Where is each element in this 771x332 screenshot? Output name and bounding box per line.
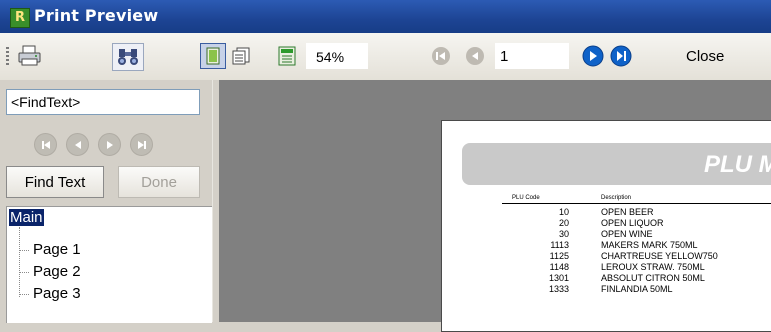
first-icon — [41, 140, 50, 149]
report-title: PLU M — [704, 151, 771, 178]
first-page-icon — [432, 47, 450, 65]
printer-icon — [18, 45, 41, 66]
tree-item-label: Page 3 — [33, 285, 81, 302]
table-row: 1148 LEROUX STRAW. 750ML — [442, 262, 771, 272]
find-panel: Find Text Done Main Page 1 Page 2 Page 3 — [0, 80, 212, 323]
tree-item-label: Page 2 — [33, 263, 81, 280]
multi-page-view-icon — [232, 47, 250, 65]
zoom-value: 54% — [316, 49, 345, 65]
title-bar: R Print Preview — [0, 0, 771, 33]
done-button[interactable]: Done — [118, 166, 200, 198]
single-page-view-button[interactable] — [200, 43, 226, 69]
last-page-icon — [610, 45, 632, 67]
table-row: 1125 CHARTREUSE YELLOW750 — [442, 251, 771, 261]
previous-icon — [74, 140, 81, 149]
multi-page-view-button[interactable] — [228, 43, 254, 69]
find-last-button[interactable] — [130, 133, 153, 156]
app-logo-icon: R — [10, 8, 30, 28]
page-setup-button[interactable] — [274, 43, 300, 69]
table-row: 1301 ABSOLUT CITRON 50ML — [442, 273, 771, 283]
plu-description: MAKERS MARK 750ML — [601, 240, 698, 250]
page-number-input[interactable] — [495, 43, 569, 69]
plu-code: 1125 — [549, 251, 569, 261]
column-header-code: PLU Code — [512, 195, 540, 201]
plu-description: OPEN WINE — [601, 229, 653, 239]
plu-description: FINLANDIA 50ML — [601, 284, 673, 294]
tree-item-page-2[interactable]: Page 2 — [19, 263, 81, 280]
table-row: 20 OPEN LIQUOR — [442, 218, 771, 228]
column-header-description: Description — [601, 195, 632, 201]
plu-description: CHARTREUSE YELLOW750 — [601, 251, 718, 261]
print-button[interactable] — [17, 43, 43, 69]
page-setup-icon — [278, 46, 296, 66]
find-next-button[interactable] — [98, 133, 121, 156]
find-text-input[interactable] — [6, 89, 200, 115]
find-text-button[interactable]: Find Text — [6, 166, 104, 198]
table-row: 1113 MAKERS MARK 750ML — [442, 240, 771, 250]
binoculars-icon — [118, 49, 138, 65]
plu-description: ABSOLUT CITRON 50ML — [601, 273, 705, 283]
plu-code: 20 — [558, 218, 569, 228]
report-page: PLU M PLU Code Description 10 OPEN BEER 2… — [441, 120, 771, 332]
single-page-view-icon — [206, 47, 220, 65]
page-tree: Main Page 1 Page 2 Page 3 — [6, 206, 212, 323]
tree-item-label: Page 1 — [33, 241, 81, 258]
last-icon — [137, 140, 146, 149]
tree-root-main[interactable]: Main — [9, 209, 44, 226]
plu-code: 1333 — [548, 284, 569, 294]
previous-page-icon — [466, 47, 484, 65]
plu-code: 1301 — [548, 273, 569, 283]
plu-code: 10 — [558, 207, 569, 217]
close-button[interactable]: Close — [686, 48, 724, 65]
first-page-button[interactable] — [428, 43, 454, 69]
find-first-button[interactable] — [34, 133, 57, 156]
plu-description: OPEN BEER — [601, 207, 654, 217]
header-divider — [502, 203, 771, 204]
table-row: 1333 FINLANDIA 50ML — [442, 284, 771, 294]
next-page-icon — [582, 45, 604, 67]
previous-page-button[interactable] — [462, 43, 488, 69]
table-row: 10 OPEN BEER — [442, 207, 771, 217]
plu-description: OPEN LIQUOR — [601, 218, 664, 228]
report-title-banner: PLU M — [462, 143, 771, 185]
find-previous-button[interactable] — [66, 133, 89, 156]
plu-description: LEROUX STRAW. 750ML — [601, 262, 705, 272]
preview-area[interactable]: PLU M PLU Code Description 10 OPEN BEER 2… — [219, 80, 771, 332]
next-icon — [106, 140, 113, 149]
last-page-button[interactable] — [608, 43, 634, 69]
table-row: 30 OPEN WINE — [442, 229, 771, 239]
next-page-button[interactable] — [580, 43, 606, 69]
find-button[interactable] — [112, 43, 144, 71]
tree-item-page-3[interactable]: Page 3 — [19, 285, 81, 302]
toolbar: 54% Close — [0, 33, 771, 81]
plu-code: 30 — [558, 229, 569, 239]
window-title: Print Preview — [34, 6, 159, 25]
tree-item-page-1[interactable]: Page 1 — [19, 241, 81, 258]
plu-code: 1148 — [549, 262, 569, 272]
plu-code: 1113 — [550, 240, 569, 250]
toolbar-grip[interactable] — [6, 47, 9, 67]
